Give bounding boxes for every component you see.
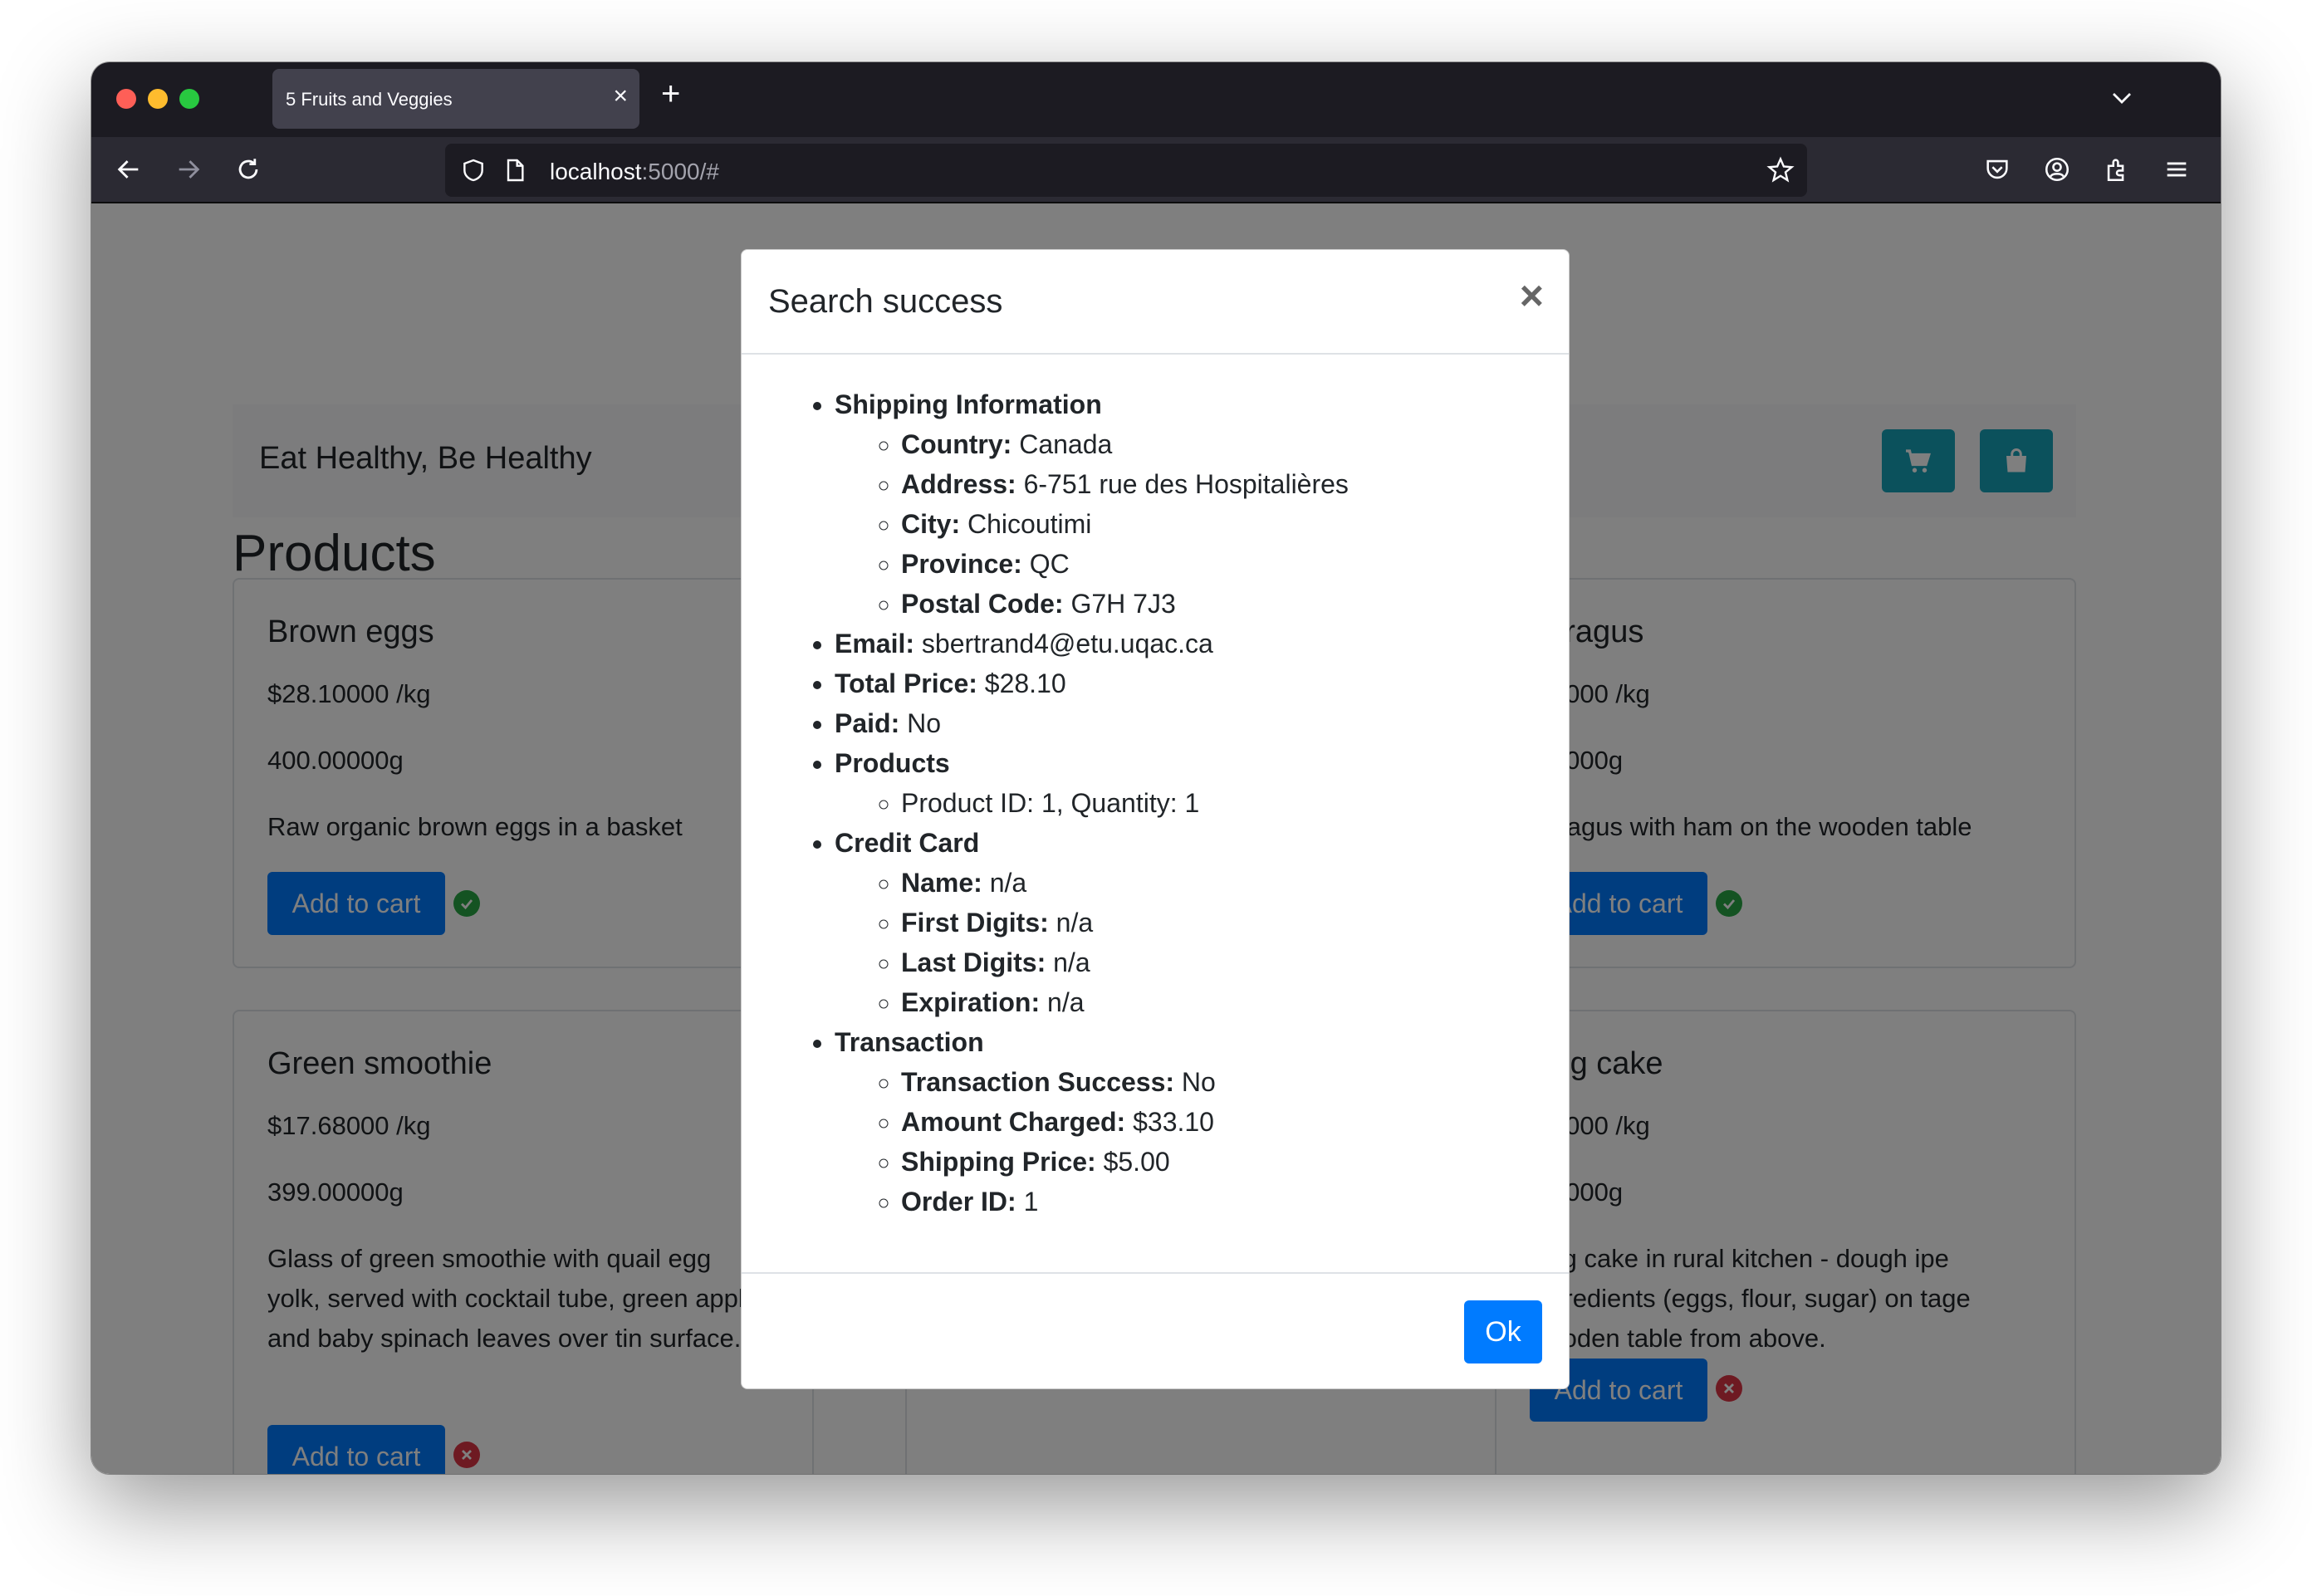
ok-button[interactable]: Ok	[1464, 1300, 1542, 1363]
field-label: Name:	[901, 868, 982, 898]
products-heading: Products	[835, 748, 950, 778]
list-item: Postal Code: G7H 7J3	[901, 584, 1569, 624]
field-value: G7H 7J3	[1070, 589, 1176, 619]
tab-close-icon[interactable]: ×	[613, 84, 628, 109]
field-value: 6-751 rue des Hospitalières	[1023, 469, 1349, 499]
modal-header: Search success ×	[742, 250, 1569, 355]
list-item: Order ID: 1	[901, 1182, 1569, 1221]
shipping-heading: Shipping Information	[835, 389, 1102, 419]
minimize-window-button[interactable]	[148, 89, 168, 109]
field-value: $33.10	[1133, 1107, 1214, 1137]
reload-icon[interactable]	[234, 155, 262, 184]
account-icon[interactable]	[2043, 155, 2071, 184]
field-value: n/a	[989, 868, 1027, 898]
navigation-bar: localhost:5000/#	[91, 137, 2221, 203]
tab-title: 5 Fruits and Veggies	[286, 89, 453, 110]
close-icon[interactable]: ×	[1520, 275, 1544, 316]
list-item: Address: 6-751 rue des Hospitalières	[901, 464, 1569, 504]
order-details-list: Shipping Information Country: Canada Add…	[742, 384, 1569, 1221]
field-value: n/a	[1056, 908, 1094, 938]
list-item: Shipping Price: $5.00	[901, 1142, 1569, 1182]
list-item: Product ID: 1, Quantity: 1	[901, 783, 1569, 823]
field-label: City:	[901, 509, 961, 539]
list-item: Credit Card Name: n/a First Digits: n/a …	[835, 823, 1569, 1022]
list-item: Transaction Transaction Success: No Amou…	[835, 1022, 1569, 1221]
list-item: Paid: No	[835, 703, 1569, 743]
field-value: $5.00	[1103, 1147, 1170, 1177]
list-item: Last Digits: n/a	[901, 942, 1569, 982]
field-value: Canada	[1019, 429, 1113, 459]
field-label: Email:	[835, 629, 915, 658]
field-label: Postal Code:	[901, 589, 1064, 619]
chevron-down-icon[interactable]	[2109, 86, 2134, 110]
page-content: Eat Healthy, Be Healthy Products Brown e…	[91, 203, 2221, 1474]
field-label: Country:	[901, 429, 1012, 459]
field-label: Transaction Success:	[901, 1067, 1175, 1097]
field-label: Total Price:	[835, 668, 977, 698]
list-item: Email: sbertrand4@etu.uqac.ca	[835, 624, 1569, 663]
pocket-icon[interactable]	[1983, 155, 2011, 184]
list-item: Name: n/a	[901, 863, 1569, 903]
field-label: Expiration:	[901, 987, 1041, 1017]
field-value: QC	[1029, 549, 1070, 579]
new-tab-icon[interactable]: +	[661, 77, 680, 110]
url-text[interactable]: localhost:5000/#	[550, 159, 719, 185]
star-icon[interactable]	[1766, 155, 1795, 185]
back-arrow-icon[interactable]	[115, 155, 143, 184]
search-result-modal: Search success × Shipping Information Co…	[741, 249, 1570, 1389]
list-item: Total Price: $28.10	[835, 663, 1569, 703]
modal-title: Search success	[768, 283, 1003, 320]
field-value: Chicoutimi	[967, 509, 1092, 539]
shield-icon[interactable]	[460, 157, 487, 184]
field-value: $28.10	[984, 668, 1066, 698]
field-label: Province:	[901, 549, 1022, 579]
list-item: Province: QC	[901, 544, 1569, 584]
menu-icon[interactable]	[2163, 155, 2191, 184]
extensions-icon[interactable]	[2103, 155, 2131, 184]
field-label: First Digits:	[901, 908, 1049, 938]
url-path: :5000/#	[641, 159, 719, 184]
close-window-button[interactable]	[116, 89, 136, 109]
field-value: n/a	[1047, 987, 1085, 1017]
browser-window: 5 Fruits and Veggies × + localhost:5000/…	[91, 62, 2221, 1474]
field-value: n/a	[1053, 947, 1090, 977]
field-value: No	[1181, 1067, 1216, 1097]
modal-footer: Ok	[742, 1272, 1569, 1390]
field-label: Paid:	[835, 708, 900, 738]
url-host: localhost	[550, 159, 642, 184]
browser-tab[interactable]: 5 Fruits and Veggies ×	[272, 69, 639, 129]
list-item: Amount Charged: $33.10	[901, 1102, 1569, 1142]
list-item: Country: Canada	[901, 424, 1569, 464]
list-item: Products Product ID: 1, Quantity: 1	[835, 743, 1569, 823]
field-label: Shipping Price:	[901, 1147, 1096, 1177]
tab-bar: 5 Fruits and Veggies × +	[91, 62, 2221, 137]
list-item: Expiration: n/a	[901, 982, 1569, 1022]
list-item: First Digits: n/a	[901, 903, 1569, 942]
list-item: Shipping Information Country: Canada Add…	[835, 384, 1569, 624]
address-bar[interactable]: localhost:5000/#	[445, 144, 1807, 197]
list-item: City: Chicoutimi	[901, 504, 1569, 544]
modal-body: Shipping Information Country: Canada Add…	[742, 355, 1569, 1221]
field-label: Last Digits:	[901, 947, 1046, 977]
list-item: Transaction Success: No	[901, 1062, 1569, 1102]
maximize-window-button[interactable]	[179, 89, 199, 109]
field-label: Amount Charged:	[901, 1107, 1126, 1137]
transaction-heading: Transaction	[835, 1027, 984, 1057]
field-label: Address:	[901, 469, 1016, 499]
field-value: No	[907, 708, 942, 738]
forward-arrow-icon[interactable]	[174, 155, 203, 184]
field-label: Order ID:	[901, 1187, 1016, 1217]
credit-card-heading: Credit Card	[835, 828, 980, 858]
field-value: 1	[1023, 1187, 1039, 1217]
page-icon	[507, 159, 524, 182]
field-value: sbertrand4@etu.uqac.ca	[921, 629, 1213, 658]
